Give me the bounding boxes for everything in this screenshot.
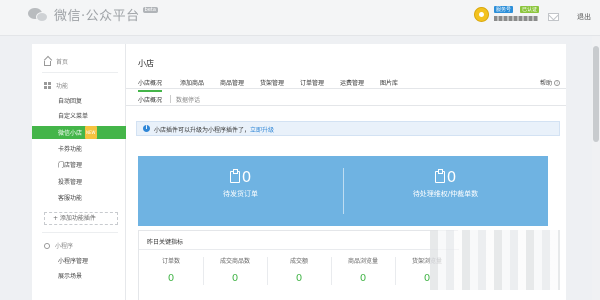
kpi-value: 0 bbox=[359, 273, 367, 284]
beta-badge: beta bbox=[142, 6, 158, 13]
mail-icon[interactable] bbox=[548, 13, 559, 21]
kpi-products-sold: 成交商品数 0 bbox=[203, 256, 267, 284]
subtab-separator bbox=[170, 95, 171, 103]
sidebar-item-customer-service[interactable]: 客服功能 bbox=[32, 192, 126, 205]
account-name-blurred[interactable] bbox=[494, 16, 538, 21]
divider bbox=[42, 72, 118, 73]
clipboard-check-icon bbox=[434, 169, 445, 183]
sidebar-section-label: 小程序 bbox=[55, 243, 74, 250]
tab-bar: 小店概况 添加商品 商品管理 货架管理 订单管理 运费管理 图片库 帮助? bbox=[126, 72, 566, 92]
help-link[interactable]: 帮助? bbox=[540, 78, 560, 87]
sidebar-item-coupons[interactable]: 卡券功能 bbox=[32, 143, 126, 156]
kpi-panel: 昨日关键指标 订单数 0 成交商品数 0 成交额 0 商品浏览量 0 货架浏览量… bbox=[138, 230, 459, 300]
upgrade-notice: i 小店插件可以升级为小程序插件了，立即升级 bbox=[136, 121, 560, 136]
top-bar: 微信·公众平台 beta 服务号 已认证 退出 bbox=[0, 0, 600, 36]
sidebar-item-wechat-store[interactable]: 微信小店 NEW bbox=[32, 126, 126, 139]
notice-message: 小店插件可以升级为小程序插件了， bbox=[154, 127, 251, 134]
grid-icon bbox=[44, 82, 51, 89]
sidebar-item-display-scene[interactable]: 展示场景 bbox=[32, 270, 126, 283]
logo[interactable]: 微信·公众平台 beta bbox=[28, 5, 158, 24]
stat-label: 待发货订单 bbox=[223, 190, 258, 198]
user-area: 服务号 已认证 退出 bbox=[430, 4, 600, 30]
logo-text: 微信·公众平台 bbox=[54, 9, 140, 24]
stat-value: 0 bbox=[241, 168, 252, 186]
sidebar: 首页 功能 自动回复 自定义菜单 微信小店 NEW 卡券功能 门店管理 投票管理 … bbox=[32, 44, 126, 300]
sidebar-section-label: 功能 bbox=[56, 83, 69, 90]
notice-text: 小店插件可以升级为小程序插件了，立即升级 bbox=[154, 125, 274, 134]
wechat-logo-icon bbox=[28, 7, 50, 23]
tab-shipping-manage[interactable]: 运费管理 bbox=[340, 78, 364, 87]
kpi-value: 0 bbox=[231, 273, 239, 284]
help-icon: ? bbox=[554, 80, 560, 86]
link-icon bbox=[44, 243, 50, 249]
tab-product-manage[interactable]: 商品管理 bbox=[220, 78, 244, 87]
info-icon: i bbox=[143, 125, 150, 132]
scroll-thumb[interactable] bbox=[593, 46, 599, 142]
pending-shipment-stat[interactable]: 0 待发货订单 bbox=[138, 168, 343, 214]
tab-order-manage[interactable]: 订单管理 bbox=[300, 78, 324, 87]
sidebar-section-miniprogram: 小程序 bbox=[44, 241, 73, 250]
kpi-revenue: 成交额 0 bbox=[267, 256, 331, 284]
stat-label: 待处理维权/仲裁单数 bbox=[412, 190, 479, 198]
subtab-data[interactable]: 数据停话 bbox=[176, 95, 200, 104]
add-plugin-button[interactable]: + 添加功能插件 bbox=[44, 212, 118, 225]
kpi-value: 0 bbox=[295, 273, 303, 284]
service-account-badge: 服务号 bbox=[494, 6, 514, 13]
sidebar-item-custom-menu[interactable]: 自定义菜单 bbox=[32, 110, 126, 123]
subtab-overview[interactable]: 小店概况 bbox=[138, 95, 162, 104]
sidebar-item-auto-reply[interactable]: 自动回复 bbox=[32, 95, 126, 108]
kpi-orders: 订单数 0 bbox=[139, 256, 203, 284]
kpi-label: 成交额 bbox=[289, 258, 308, 265]
sidebar-item-votes[interactable]: 投票管理 bbox=[32, 176, 126, 189]
kpi-title: 昨日关键指标 bbox=[147, 239, 184, 246]
stats-panel: 0 待发货订单 0 待处理维权/仲裁单数 bbox=[138, 156, 548, 226]
kpi-label: 商品浏览量 bbox=[347, 258, 378, 265]
kpi-value: 0 bbox=[167, 273, 175, 284]
divider bbox=[42, 232, 118, 233]
help-label: 帮助 bbox=[539, 80, 552, 87]
subtab-bar: 小店概况 数据停话 bbox=[126, 90, 566, 106]
sidebar-item-stores[interactable]: 门店管理 bbox=[32, 159, 126, 172]
scrollbar[interactable] bbox=[592, 36, 600, 300]
logout-link[interactable]: 退出 bbox=[577, 12, 591, 22]
tab-image-library[interactable]: 图片库 bbox=[380, 78, 398, 87]
pixelated-watermark bbox=[430, 230, 560, 290]
upgrade-link[interactable]: 立即升级 bbox=[250, 127, 274, 134]
sidebar-section-function: 功能 bbox=[44, 81, 68, 90]
page-title: 小店 bbox=[138, 59, 154, 68]
clipboard-icon bbox=[229, 169, 240, 183]
kpi-label: 成交商品数 bbox=[219, 258, 250, 265]
home-icon bbox=[44, 61, 51, 66]
sidebar-item-label: 微信小店 bbox=[58, 130, 83, 137]
pending-dispute-stat[interactable]: 0 待处理维权/仲裁单数 bbox=[343, 168, 548, 214]
kpi-product-views: 商品浏览量 0 bbox=[331, 256, 395, 284]
stat-value: 0 bbox=[446, 168, 457, 186]
new-tag: NEW bbox=[85, 126, 97, 139]
avatar[interactable] bbox=[474, 7, 489, 22]
verified-badge: 已认证 bbox=[520, 6, 540, 13]
kpi-label: 订单数 bbox=[161, 258, 180, 265]
tab-shelf-manage[interactable]: 货架管理 bbox=[260, 78, 284, 87]
sidebar-item-miniprogram-manage[interactable]: 小程序管理 bbox=[32, 255, 126, 268]
sidebar-home-label: 首页 bbox=[56, 59, 69, 66]
tab-add-product[interactable]: 添加商品 bbox=[180, 78, 204, 87]
sidebar-home[interactable]: 首页 bbox=[44, 57, 68, 66]
divider bbox=[139, 249, 459, 250]
